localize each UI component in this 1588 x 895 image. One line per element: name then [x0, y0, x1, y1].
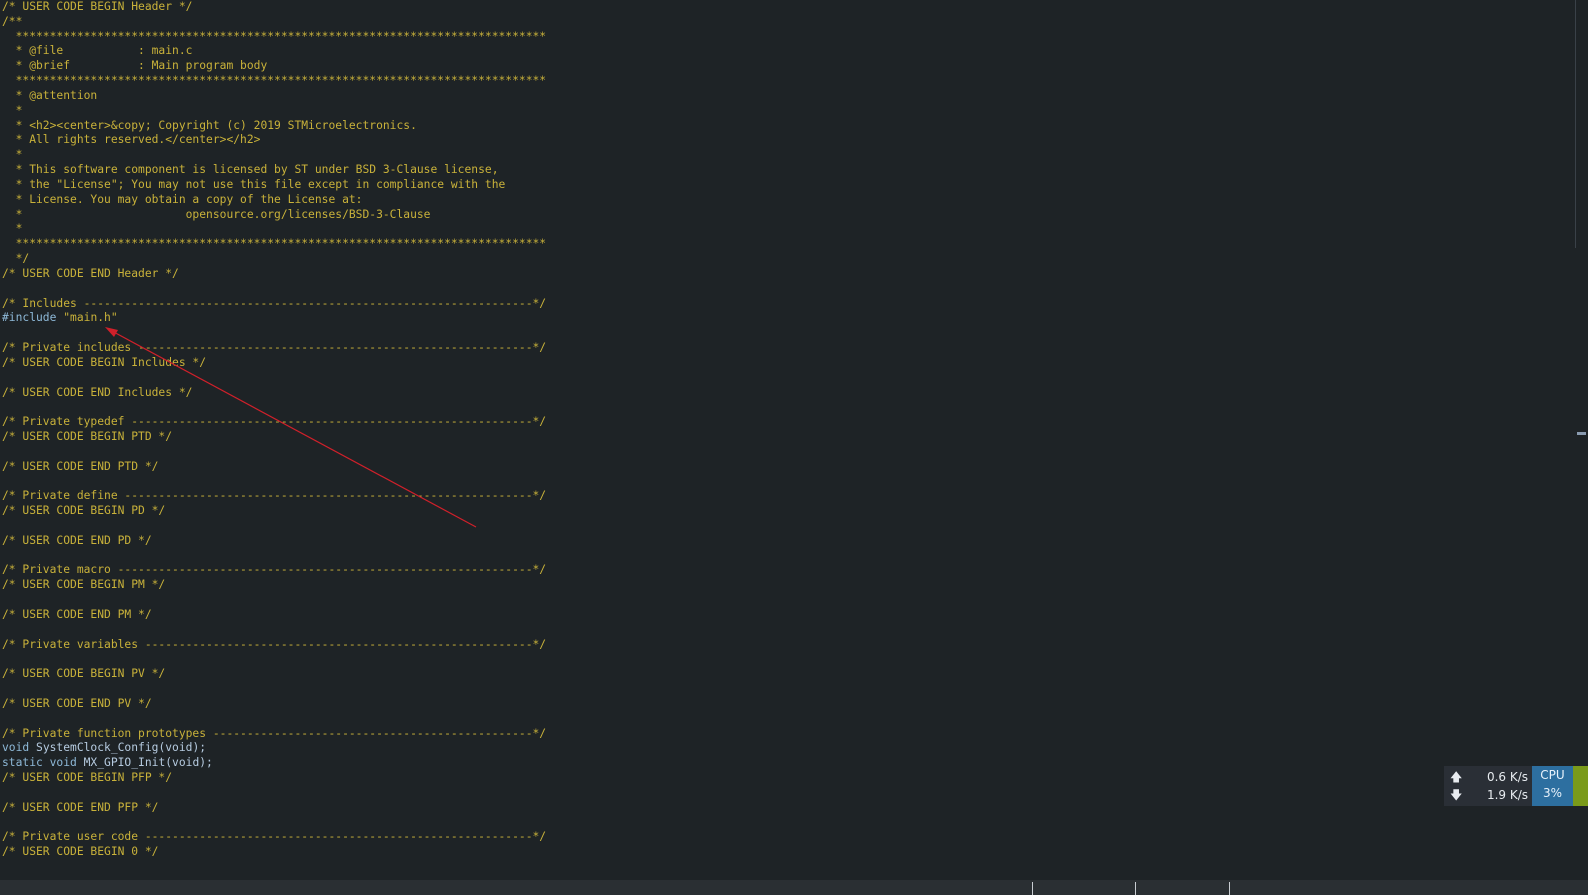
- prototype-line: static void MX_GPIO_Init(void);: [2, 756, 1552, 771]
- code-line: /* Private user code -------------------…: [2, 830, 547, 844]
- code-line: /* Private typedef ---------------------…: [2, 415, 547, 429]
- code-line: * This software component is licensed by…: [2, 163, 499, 177]
- code-line: /* USER CODE END PFP */: [2, 800, 159, 814]
- code-line: */: [2, 252, 30, 266]
- code-line: * the "License"; You may not use this fi…: [2, 177, 506, 191]
- cpu-label: CPU: [1540, 768, 1565, 782]
- code-line: /* Private function prototypes ---------…: [2, 726, 547, 740]
- code-line: /* USER CODE BEGIN PFP */: [2, 771, 173, 785]
- code-line: * opensource.org/licenses/BSD-3-Clause: [2, 207, 431, 221]
- code-line: /* USER CODE BEGIN Includes */: [2, 355, 207, 369]
- status-separator: [1135, 882, 1136, 895]
- code-line: * License. You may obtain a copy of the …: [2, 192, 363, 206]
- code-line: * @brief : Main program body: [2, 59, 268, 73]
- code-line: /* Private includes --------------------…: [2, 341, 547, 355]
- status-separator: [1032, 882, 1033, 895]
- scroll-position-marker[interactable]: [1577, 432, 1586, 435]
- status-bar: [0, 880, 1588, 895]
- download-rate: 1.9 K/s: [1486, 788, 1528, 802]
- code-line: /* Includes ----------------------------…: [2, 296, 547, 310]
- network-monitor-widget: 🡅 0.6 K/s 🡇 1.9 K/s: [1444, 766, 1532, 806]
- code-line: * @file : main.c: [2, 44, 193, 58]
- code-line: * @attention: [2, 88, 98, 102]
- code-line: /* USER CODE BEGIN PD */: [2, 504, 166, 518]
- cpu-widget: CPU 3%: [1532, 766, 1573, 806]
- code-line: *: [2, 103, 23, 117]
- prototype-gpio-init: MX_GPIO_Init(void);: [76, 756, 213, 770]
- code-line: *: [2, 148, 23, 162]
- code-line: /* Private macro -----------------------…: [2, 563, 547, 577]
- code-line: /* USER CODE BEGIN Header */: [2, 0, 193, 13]
- prototype-line: void SystemClock_Config(void);: [2, 741, 1552, 756]
- include-keyword: #include: [2, 311, 57, 325]
- code-line: /* USER CODE END PV */: [2, 696, 152, 710]
- vertical-scrollbar[interactable]: [1574, 0, 1588, 880]
- upload-rate: 0.6 K/s: [1486, 770, 1528, 784]
- code-line: /* USER CODE BEGIN PM */: [2, 578, 166, 592]
- code-line: /* Private variables -------------------…: [2, 637, 547, 651]
- download-row: 🡇 1.9 K/s: [1444, 786, 1532, 804]
- code-line: /* USER CODE END PTD */: [2, 459, 159, 473]
- arrow-up-icon: 🡅: [1450, 770, 1463, 784]
- code-line: /* USER CODE END PM */: [2, 607, 152, 621]
- code-editor[interactable]: /* USER CODE BEGIN Header *//** ********…: [2, 0, 1552, 860]
- code-line: /* USER CODE END PD */: [2, 533, 152, 547]
- code-line: * <h2><center>&copy; Copyright (c) 2019 …: [2, 118, 417, 132]
- code-line: /* USER CODE BEGIN PTD */: [2, 430, 173, 444]
- arrow-down-icon: 🡇: [1450, 788, 1463, 802]
- code-line: /* USER CODE BEGIN PV */: [2, 667, 166, 681]
- include-line: #include "main.h": [2, 311, 1552, 326]
- cpu-value: 3%: [1542, 786, 1563, 800]
- code-line: /* Private define ----------------------…: [2, 489, 547, 503]
- static-void-keyword: static void: [2, 756, 77, 770]
- include-filename: "main.h": [63, 311, 118, 325]
- code-line: /* USER CODE END Header */: [2, 266, 179, 280]
- code-line: /**: [2, 14, 23, 28]
- void-keyword: void: [2, 741, 30, 755]
- scroll-divider: [1575, 0, 1576, 248]
- status-separator: [1229, 882, 1230, 895]
- upload-row: 🡅 0.6 K/s: [1444, 768, 1532, 786]
- code-line: /* USER CODE END Includes */: [2, 385, 193, 399]
- code-line: ****************************************…: [2, 29, 547, 43]
- prototype-systemclock: SystemClock_Config(void);: [29, 741, 207, 755]
- code-line: ****************************************…: [2, 237, 547, 251]
- code-line: /* USER CODE BEGIN 0 */: [2, 845, 159, 859]
- code-line: * All rights reserved.</center></h2>: [2, 133, 261, 147]
- memory-widget: [1573, 766, 1588, 806]
- code-line: *: [2, 222, 23, 236]
- code-line: ****************************************…: [2, 74, 547, 88]
